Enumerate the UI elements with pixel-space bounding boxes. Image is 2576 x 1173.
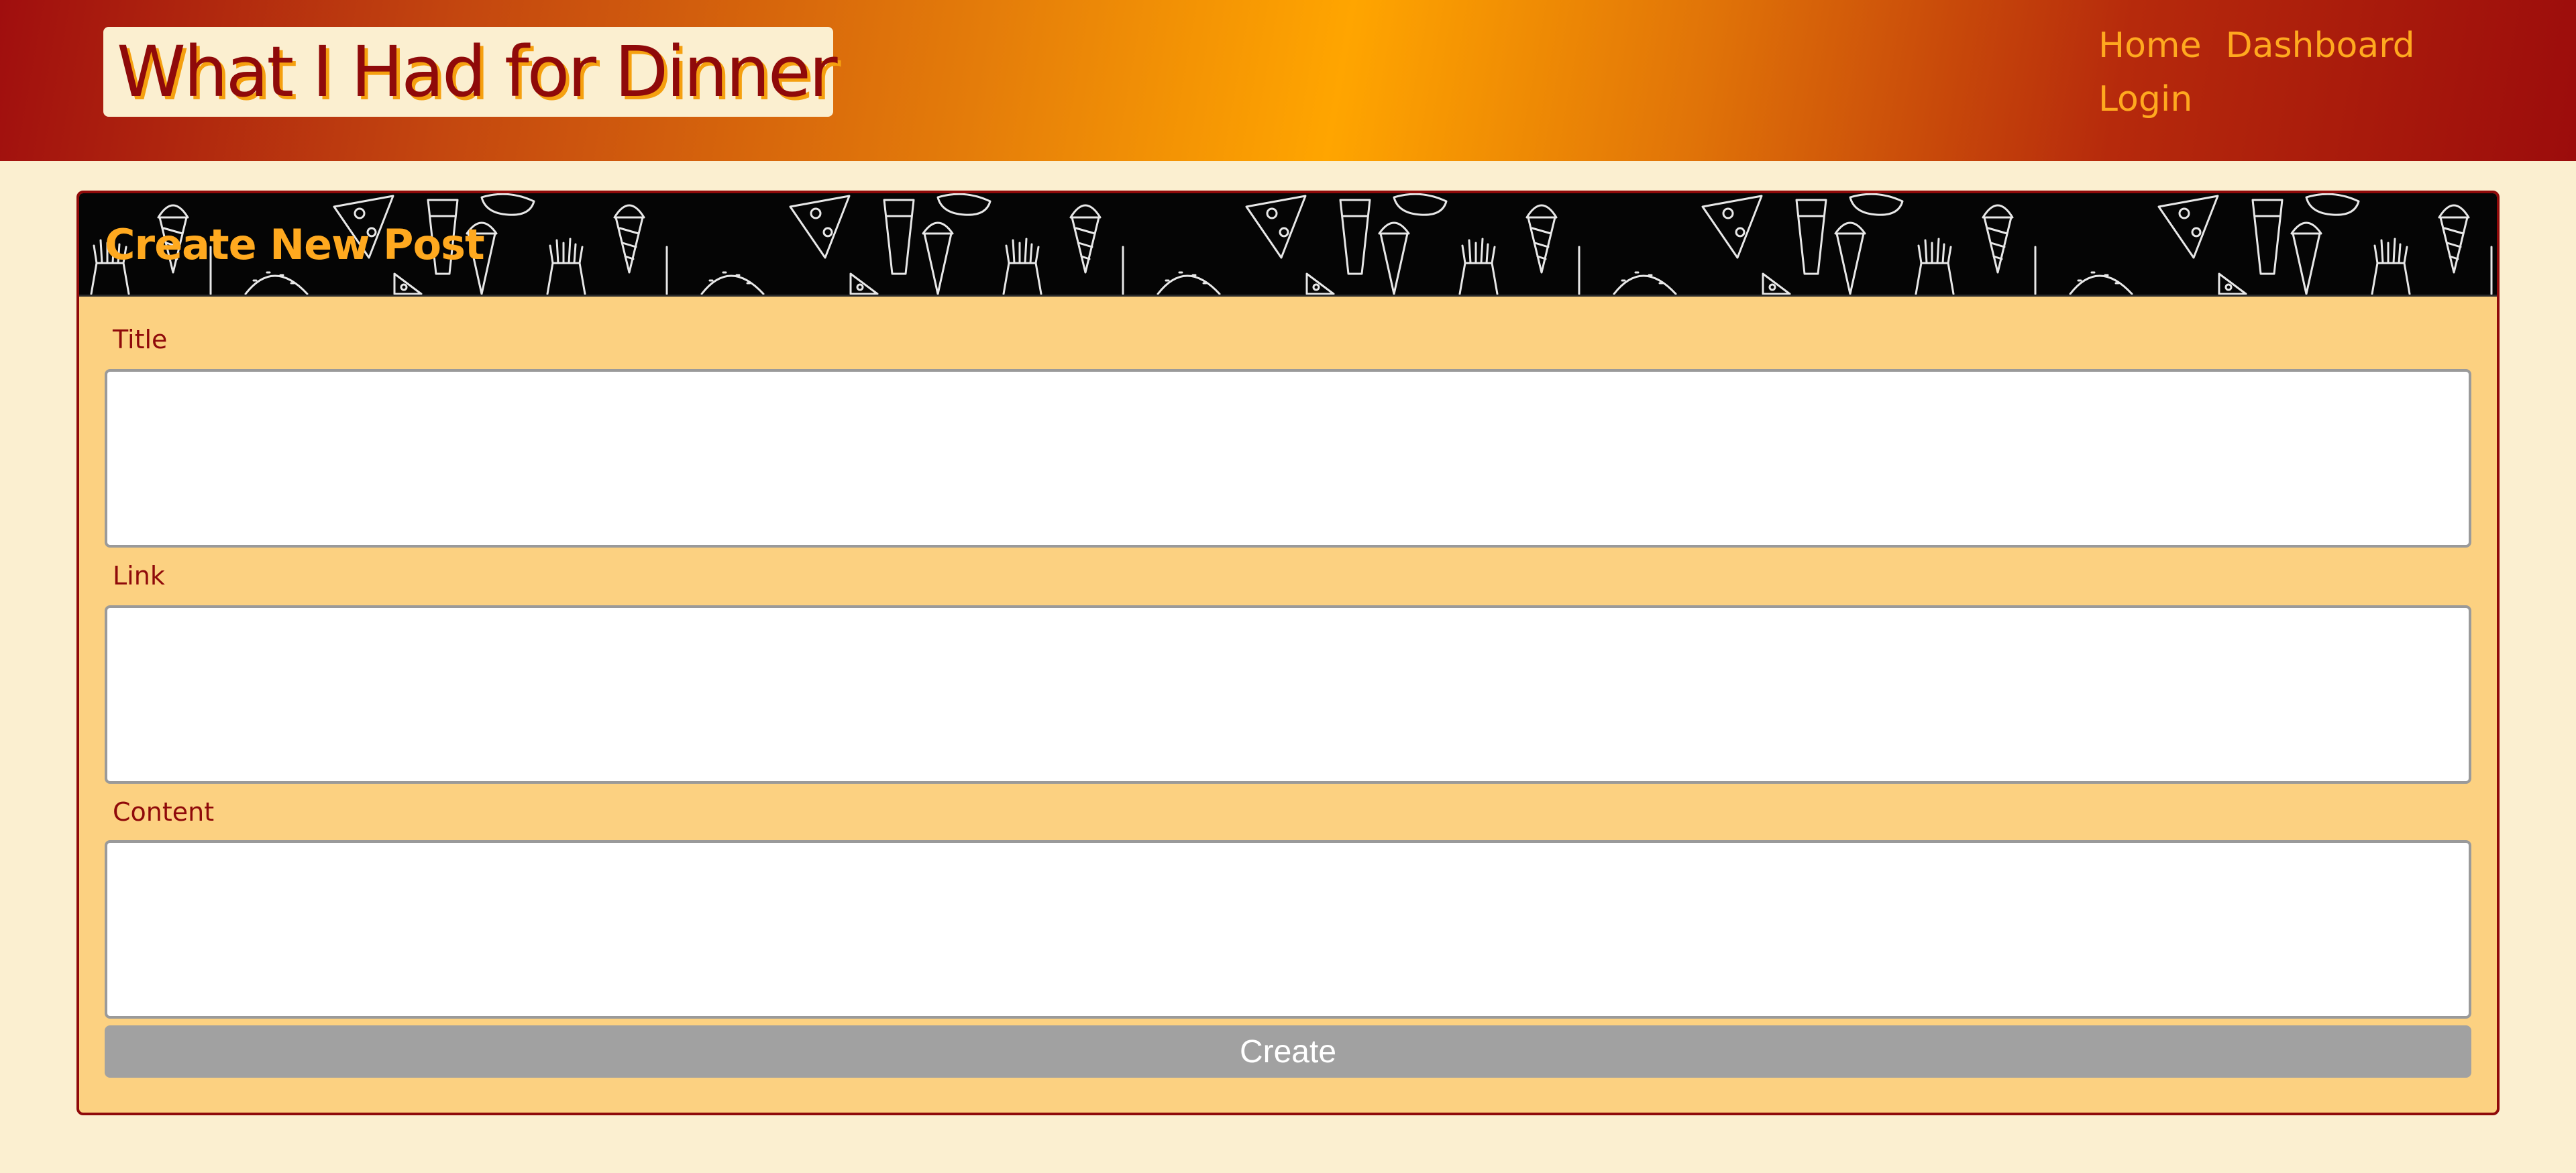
nav-dashboard-link[interactable]: Dashboard [2226, 24, 2415, 67]
title-label: Title [113, 325, 168, 354]
site-logo[interactable]: What I Had for Dinner [103, 27, 838, 117]
title-input[interactable] [105, 369, 2471, 548]
card-title: Create New Post [105, 220, 485, 269]
link-input[interactable] [105, 605, 2471, 784]
main-nav: Home Dashboard Login [2098, 24, 2501, 121]
nav-login-link[interactable]: Login [2098, 78, 2192, 121]
create-post-card: Create New Post Title Link Content Creat… [76, 191, 2500, 1115]
site-header: What I Had for Dinner Home Dashboard Log… [0, 0, 2576, 161]
card-header: Create New Post [79, 193, 2497, 297]
link-label: Link [113, 561, 165, 591]
site-title: What I Had for Dinner [117, 31, 838, 113]
nav-home-link[interactable]: Home [2098, 24, 2202, 67]
content-input[interactable] [105, 840, 2471, 1019]
content-label: Content [113, 797, 215, 827]
create-button[interactable]: Create [105, 1025, 2471, 1078]
